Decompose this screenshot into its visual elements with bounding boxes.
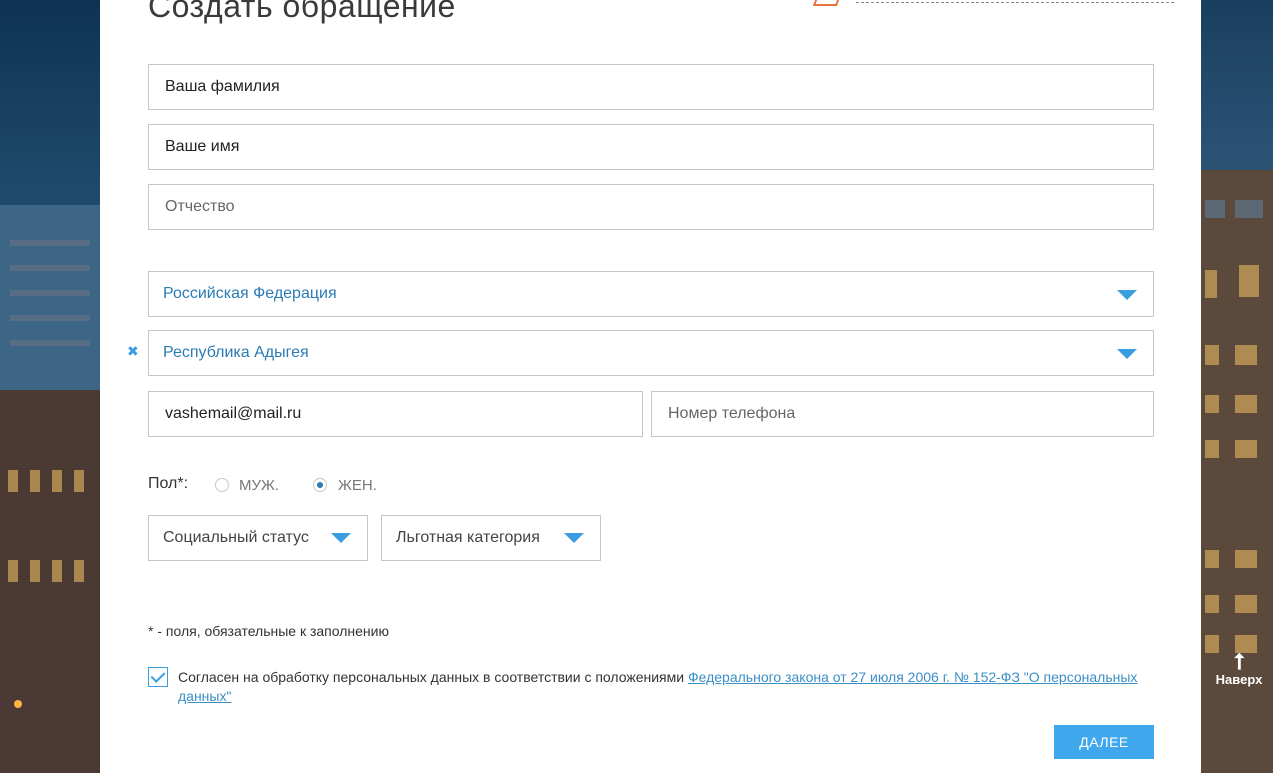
required-fields-note: * - поля, обязательные к заполнению	[148, 623, 389, 639]
arrow-up-icon: ⭡	[1233, 649, 1245, 674]
form-panel: Создать обращение Ваша фамилия Ваше имя …	[100, 0, 1201, 773]
header-dashed-line	[856, 0, 1174, 3]
triangle-down-icon	[564, 533, 584, 543]
triangle-down-icon	[1117, 349, 1137, 359]
last-name-field[interactable]: Ваша фамилия	[148, 64, 1154, 110]
region-select[interactable]: Республика Адыгея	[148, 330, 1154, 376]
gender-female-label[interactable]: ЖЕН.	[338, 477, 377, 494]
close-icon[interactable]: ✖	[127, 344, 139, 360]
checkmark-icon	[150, 668, 166, 683]
gender-female-radio[interactable]	[313, 478, 327, 492]
benefit-category-label: Льготная категория	[396, 529, 540, 546]
social-status-select[interactable]: Социальный статус	[148, 515, 368, 561]
country-select[interactable]: Российская Федерация	[148, 271, 1154, 317]
gender-male-radio[interactable]	[215, 478, 229, 492]
patronymic-field[interactable]: Отчество	[148, 184, 1154, 230]
triangle-down-icon	[331, 533, 351, 543]
next-button[interactable]: ДАЛЕЕ	[1054, 725, 1154, 759]
back-to-top-button[interactable]: ⭡ Наверх	[1209, 649, 1269, 688]
gender-label: Пол*:	[148, 475, 189, 492]
page-title: Создать обращение	[148, 0, 456, 24]
triangle-down-icon	[1117, 290, 1137, 300]
consent-checkbox[interactable]	[148, 667, 168, 687]
region-select-value: Республика Адыгея	[163, 344, 309, 361]
consent-text-main: Согласен на обработку персональных данны…	[178, 669, 688, 685]
phone-field[interactable]: Номер телефона	[651, 391, 1154, 437]
benefit-category-select[interactable]: Льготная категория	[381, 515, 601, 561]
gender-male-label[interactable]: МУЖ.	[239, 477, 279, 494]
social-status-label: Социальный статус	[163, 529, 309, 546]
email-field[interactable]: vashemail@mail.ru	[148, 391, 643, 437]
consent-text: Согласен на обработку персональных данны…	[178, 668, 1138, 706]
header-decoration	[812, 0, 840, 6]
first-name-field[interactable]: Ваше имя	[148, 124, 1154, 170]
background-city-left	[0, 0, 100, 773]
back-to-top-label: Наверх	[1215, 672, 1263, 687]
country-select-value: Российская Федерация	[163, 285, 337, 302]
